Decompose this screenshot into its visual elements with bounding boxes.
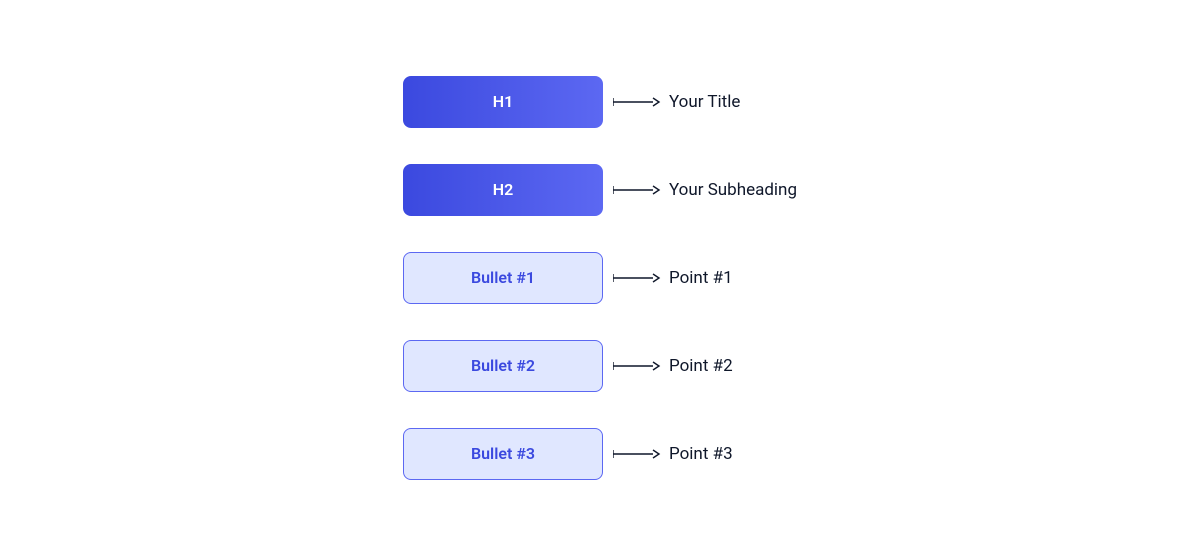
box-h1: H1 xyxy=(403,76,603,128)
arrow-icon xyxy=(613,448,661,460)
box-bullet-1: Bullet #1 xyxy=(403,252,603,304)
arrow-icon xyxy=(613,272,661,284)
row-h2: H2 Your Subheading xyxy=(403,164,797,216)
box-bullet-3: Bullet #3 xyxy=(403,428,603,480)
row-bullet-1: Bullet #1 Point #1 xyxy=(403,252,797,304)
arrow-icon xyxy=(613,360,661,372)
label-h2: Your Subheading xyxy=(669,180,797,200)
box-bullet-3-label: Bullet #3 xyxy=(471,444,535,463)
row-bullet-2: Bullet #2 Point #2 xyxy=(403,340,797,392)
diagram-container: H1 Your Title H2 Your Subheading Bullet … xyxy=(403,76,797,480)
box-h2: H2 xyxy=(403,164,603,216)
arrow-icon xyxy=(613,96,661,108)
label-bullet-1: Point #1 xyxy=(669,268,733,288)
label-h1: Your Title xyxy=(669,92,740,112)
label-bullet-2: Point #2 xyxy=(669,356,733,376)
label-bullet-3: Point #3 xyxy=(669,444,733,464)
box-h2-label: H2 xyxy=(493,180,513,199)
arrow-icon xyxy=(613,184,661,196)
row-bullet-3: Bullet #3 Point #3 xyxy=(403,428,797,480)
box-h1-label: H1 xyxy=(493,92,513,111)
box-bullet-2-label: Bullet #2 xyxy=(471,356,535,375)
row-h1: H1 Your Title xyxy=(403,76,797,128)
box-bullet-2: Bullet #2 xyxy=(403,340,603,392)
box-bullet-1-label: Bullet #1 xyxy=(471,268,535,287)
